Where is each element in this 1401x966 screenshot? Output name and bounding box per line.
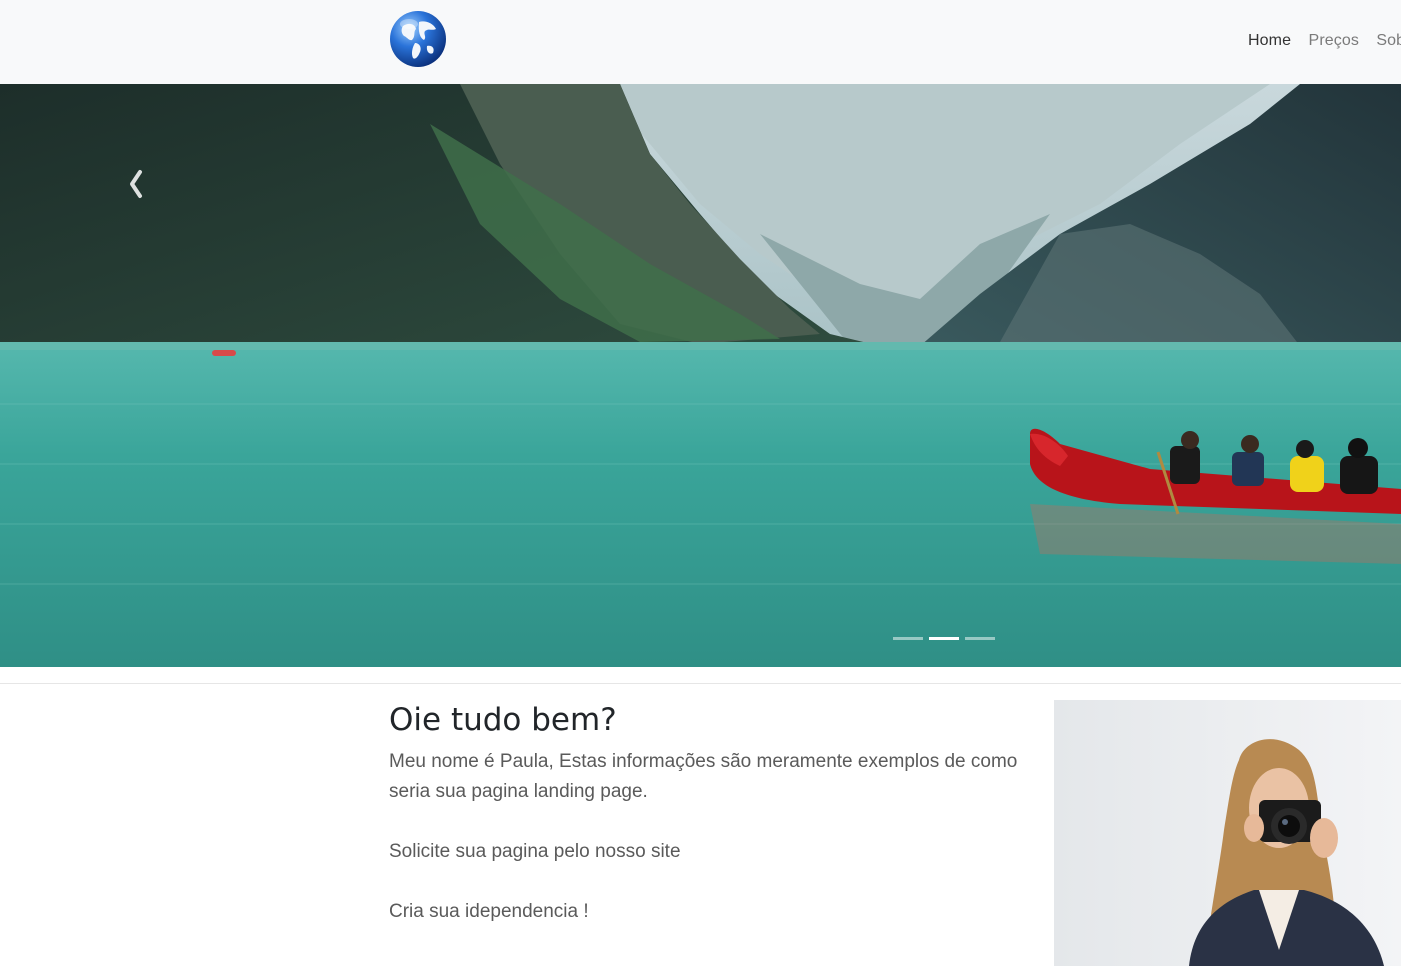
featurette-paragraph-intro: Meu nome é Paula, Estas informações são … (389, 751, 1018, 802)
carousel-indicator-1[interactable] (893, 637, 923, 640)
navbar: Home Preços Sobre (0, 0, 1401, 84)
section-divider (0, 683, 1401, 684)
carousel-slide-image (0, 84, 1401, 667)
featurette-heading: Oie tudo bem? (389, 702, 617, 738)
chevron-left-icon (130, 170, 142, 198)
carousel-indicator-2[interactable] (929, 637, 959, 640)
nav-link-home[interactable]: Home (1248, 32, 1291, 50)
nav-links: Home Preços Sobre (1248, 32, 1401, 52)
globe-icon[interactable] (389, 10, 447, 68)
carousel-indicator-3[interactable] (965, 637, 995, 640)
hero-carousel (0, 84, 1401, 667)
carousel-indicators (893, 637, 995, 641)
featurette-paragraph-independence: Cria sua idependencia ! (389, 901, 589, 922)
nav-link-precos[interactable]: Preços (1309, 32, 1359, 50)
carousel-prev-button[interactable] (120, 164, 152, 204)
nav-link-sobre[interactable]: Sobre (1376, 32, 1401, 50)
featurette-photo (1054, 700, 1401, 966)
featurette-paragraph-request: Solicite sua pagina pelo nosso site (389, 841, 681, 862)
